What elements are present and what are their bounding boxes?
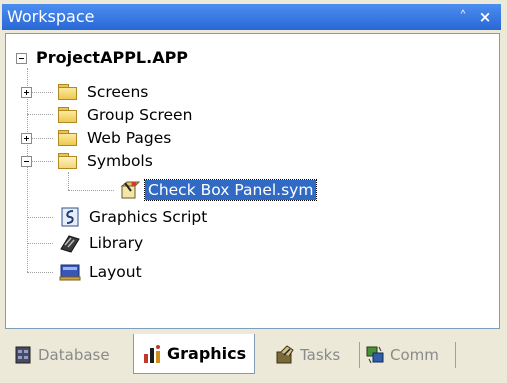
tab-label: Graphics [167, 344, 247, 363]
library-icon [59, 233, 81, 253]
title-bar[interactable]: Workspace ˄ × [2, 4, 501, 30]
tree-line [68, 172, 69, 190]
tab-label: Database [38, 346, 110, 364]
tree-line [27, 243, 53, 244]
pin-icon[interactable]: ˄ [452, 4, 474, 30]
tasks-icon [275, 345, 295, 365]
tree-item-check-box-panel[interactable]: Check Box Panel.sym [118, 178, 318, 202]
tab-divider [455, 342, 456, 368]
tab-database[interactable]: Database [13, 338, 110, 372]
tree-item-graphics-script[interactable]: Graphics Script [61, 205, 210, 229]
expand-icon[interactable] [21, 86, 32, 98]
tree-root[interactable]: ProjectAPPL.APP [16, 46, 191, 70]
tree-line [27, 272, 53, 273]
window-title: Workspace [7, 7, 95, 26]
tab-label: Comm [390, 346, 439, 364]
expand-icon[interactable] [21, 132, 32, 144]
graphics-icon [142, 344, 162, 364]
tree-item-web-pages[interactable]: Web Pages [21, 126, 174, 150]
tree-line [68, 190, 114, 191]
tree-item-layout[interactable]: Layout [59, 260, 145, 284]
workspace-window: Workspace ˄ × ProjectAPPL.APP Screens Gr [0, 0, 507, 383]
tab-tasks[interactable]: Tasks [275, 338, 340, 372]
tab-comm[interactable]: Comm [365, 338, 439, 372]
collapse-icon[interactable] [21, 155, 32, 167]
tree-item-label: Symbols [87, 152, 153, 170]
collapse-icon[interactable] [16, 52, 27, 64]
project-tree: ProjectAPPL.APP Screens Group Screen Web… [5, 33, 500, 329]
tree-item-label: Group Screen [87, 106, 193, 124]
tab-graphics[interactable]: Graphics [133, 334, 256, 374]
symbol-file-icon [118, 180, 141, 200]
database-icon [13, 345, 33, 365]
workspace-tabs: Database Graphics Tasks Comm [5, 330, 500, 380]
tree-item-label: Web Pages [87, 129, 172, 147]
tree-item-label: Graphics Script [89, 208, 208, 226]
tab-label: Tasks [300, 346, 341, 364]
folder-icon [57, 82, 79, 102]
tree-item-label: Layout [89, 263, 142, 281]
tree-item-screens[interactable]: Screens [21, 80, 151, 104]
tree-item-group-screen[interactable]: Group Screen [58, 103, 195, 127]
close-icon[interactable]: × [474, 4, 496, 30]
script-icon [59, 207, 81, 227]
tree-line [27, 217, 53, 218]
folder-icon [57, 105, 79, 125]
tree-line [27, 68, 28, 272]
tab-divider [359, 342, 360, 368]
tree-item-symbols[interactable]: Symbols [21, 149, 156, 173]
tree-root-label: ProjectAPPL.APP [36, 48, 189, 67]
tree-item-label: Check Box Panel.sym [143, 179, 318, 201]
open-folder-icon [57, 151, 79, 171]
comm-icon [365, 345, 385, 365]
folder-icon [57, 128, 79, 148]
tree-item-label: Library [89, 234, 144, 252]
layout-icon [59, 262, 81, 282]
tree-item-library[interactable]: Library [59, 231, 146, 255]
tree-line [27, 114, 53, 115]
tree-item-label: Screens [87, 83, 149, 101]
